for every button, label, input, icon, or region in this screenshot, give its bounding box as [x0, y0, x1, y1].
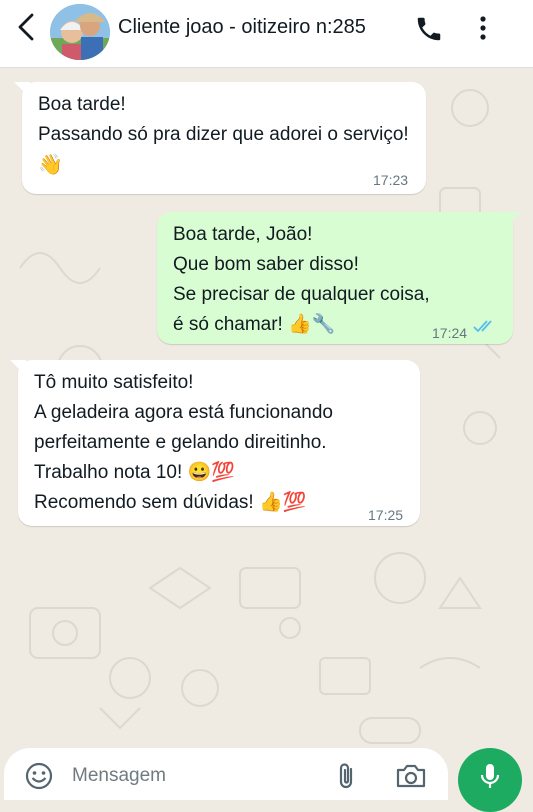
camera-icon[interactable]: [394, 761, 428, 791]
message-text: Boa tarde, João!: [173, 224, 313, 245]
message-emoji: 👋: [38, 154, 63, 176]
message-text: Se precisar de qualquer coisa,: [173, 284, 430, 305]
avatar[interactable]: [50, 4, 110, 60]
message-composer: Mensagem: [4, 748, 448, 800]
message-text: Trabalho nota 10! 😀💯: [34, 462, 235, 483]
mic-button[interactable]: [458, 748, 522, 812]
message-time: 17:25: [368, 507, 404, 523]
double-check-read-icon: [473, 320, 492, 333]
back-arrow-icon[interactable]: [12, 10, 42, 44]
message-text: Recomendo sem dúvidas! 👍💯: [34, 492, 307, 513]
message-time: 17:24: [432, 325, 468, 341]
message-text: Boa tarde!: [38, 94, 126, 115]
chat-header: Cliente joao - oitizeiro n:285: [0, 0, 533, 68]
phone-icon[interactable]: [414, 14, 444, 44]
avatar-photo: [50, 4, 110, 60]
message-text: Tô muito satisfeito!: [34, 372, 194, 393]
mic-icon: [480, 764, 500, 788]
message-text: Que bom saber disso!: [173, 254, 359, 275]
message-bubble-outgoing[interactable]: Boa tarde, João! Que bom saber disso! Se…: [157, 212, 513, 344]
message-time: 17:23: [373, 172, 409, 188]
message-bubble-incoming[interactable]: Tô muito satisfeito! A geladeira agora e…: [18, 360, 420, 526]
more-vert-icon[interactable]: [472, 12, 494, 44]
message-text: A geladeira agora está funcionando: [34, 402, 333, 423]
attach-icon[interactable]: [334, 761, 360, 791]
message-input[interactable]: Mensagem: [72, 765, 166, 787]
contact-name[interactable]: Cliente joao - oitizeiro n:285: [118, 16, 366, 39]
message-text: perfeitamente e gelando direitinho.: [34, 432, 327, 453]
emoji-icon[interactable]: [24, 761, 54, 791]
message-bubble-incoming[interactable]: Boa tarde! Passando só pra dizer que ado…: [22, 82, 426, 194]
message-text: Passando só pra dizer que adorei o servi…: [38, 124, 409, 145]
